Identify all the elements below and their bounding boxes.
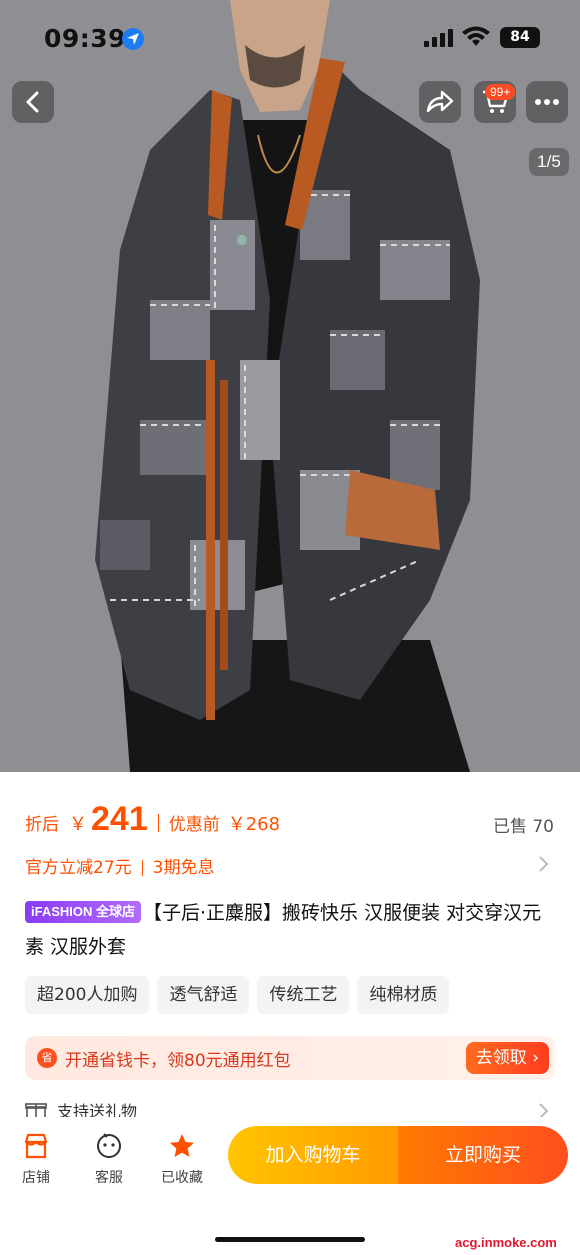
- claim-coupon-button[interactable]: 去领取 ›: [465, 1042, 549, 1074]
- price-row: 折后 ￥ 241 优惠前 ￥268: [25, 800, 280, 840]
- feature-tag[interactable]: 纯棉材质: [357, 976, 450, 1014]
- discounted-price: 241: [91, 800, 148, 838]
- shop-label: 店铺: [22, 1170, 50, 1186]
- shop-button[interactable]: 店铺: [6, 1131, 66, 1187]
- original-price-label: 优惠前: [168, 815, 220, 835]
- location-arrow-icon: [122, 28, 144, 50]
- watermark: acg.inmoke.com: [452, 1235, 560, 1250]
- more-dots-icon: [535, 99, 559, 105]
- divider: [157, 814, 159, 832]
- feature-tags: 超200人加购 透气舒适 传统工艺 纯棉材质: [25, 976, 450, 1014]
- feature-tag[interactable]: 传统工艺: [257, 976, 350, 1014]
- discount-text: 官方立减27元: [25, 858, 132, 878]
- share-button[interactable]: [419, 81, 461, 123]
- store-icon: [24, 1133, 48, 1159]
- purchase-buttons: 加入购物车 立即购买: [228, 1126, 568, 1184]
- original-price: ￥268: [227, 814, 281, 835]
- product-title: iFASHION 全球店 【子后·正麋服】搬砖快乐 汉服便装 对交穿汉元素 汉服外…: [25, 896, 560, 964]
- currency-symbol: ￥: [69, 814, 87, 835]
- chevron-left-icon: [26, 91, 39, 113]
- favorite-button[interactable]: 已收藏: [152, 1131, 212, 1187]
- battery-indicator: 84: [500, 27, 540, 48]
- image-page-indicator: 1/5: [529, 148, 569, 176]
- brand-tag[interactable]: iFASHION 全球店: [25, 901, 142, 923]
- cellular-signal-icon: [424, 29, 454, 51]
- promotion-row[interactable]: 官方立减27元 3期免息: [25, 853, 214, 878]
- status-bar: 09:39 84: [0, 0, 580, 72]
- product-image-gallery[interactable]: 09:39 84 99+ 1/5: [0, 0, 580, 772]
- feature-tag[interactable]: 超200人加购: [25, 976, 150, 1014]
- chevron-right-icon[interactable]: [538, 855, 550, 873]
- cart-count-badge: 99+: [485, 84, 516, 100]
- installment-text: 3期免息: [152, 858, 215, 878]
- back-button[interactable]: [12, 81, 54, 123]
- coupon-banner[interactable]: 省 开通省钱卡，领80元通用红包 去领取 ›: [25, 1036, 555, 1080]
- feature-tag[interactable]: 透气舒适: [157, 976, 250, 1014]
- home-indicator: [215, 1237, 365, 1242]
- more-options-button[interactable]: [526, 81, 568, 123]
- brand-tag-label: iFASHION 全球店: [31, 904, 136, 919]
- sold-count: 已售 70: [492, 817, 554, 837]
- favorited-label: 已收藏: [161, 1170, 203, 1186]
- add-to-cart-button[interactable]: 加入购物车: [228, 1126, 398, 1184]
- service-label: 客服: [95, 1170, 123, 1186]
- coupon-text: 开通省钱卡，领80元通用红包: [65, 1050, 291, 1071]
- price-prefix: 折后: [25, 815, 59, 835]
- divider: [141, 859, 143, 876]
- customer-service-button[interactable]: 客服: [79, 1131, 139, 1187]
- savings-card-icon: 省: [37, 1048, 57, 1068]
- buy-now-button[interactable]: 立即购买: [398, 1126, 568, 1184]
- status-time: 09:39: [44, 24, 127, 53]
- chat-face-icon: [97, 1133, 121, 1158]
- share-arrow-icon: [426, 90, 454, 113]
- star-icon: [170, 1134, 194, 1157]
- wifi-icon: [462, 26, 490, 52]
